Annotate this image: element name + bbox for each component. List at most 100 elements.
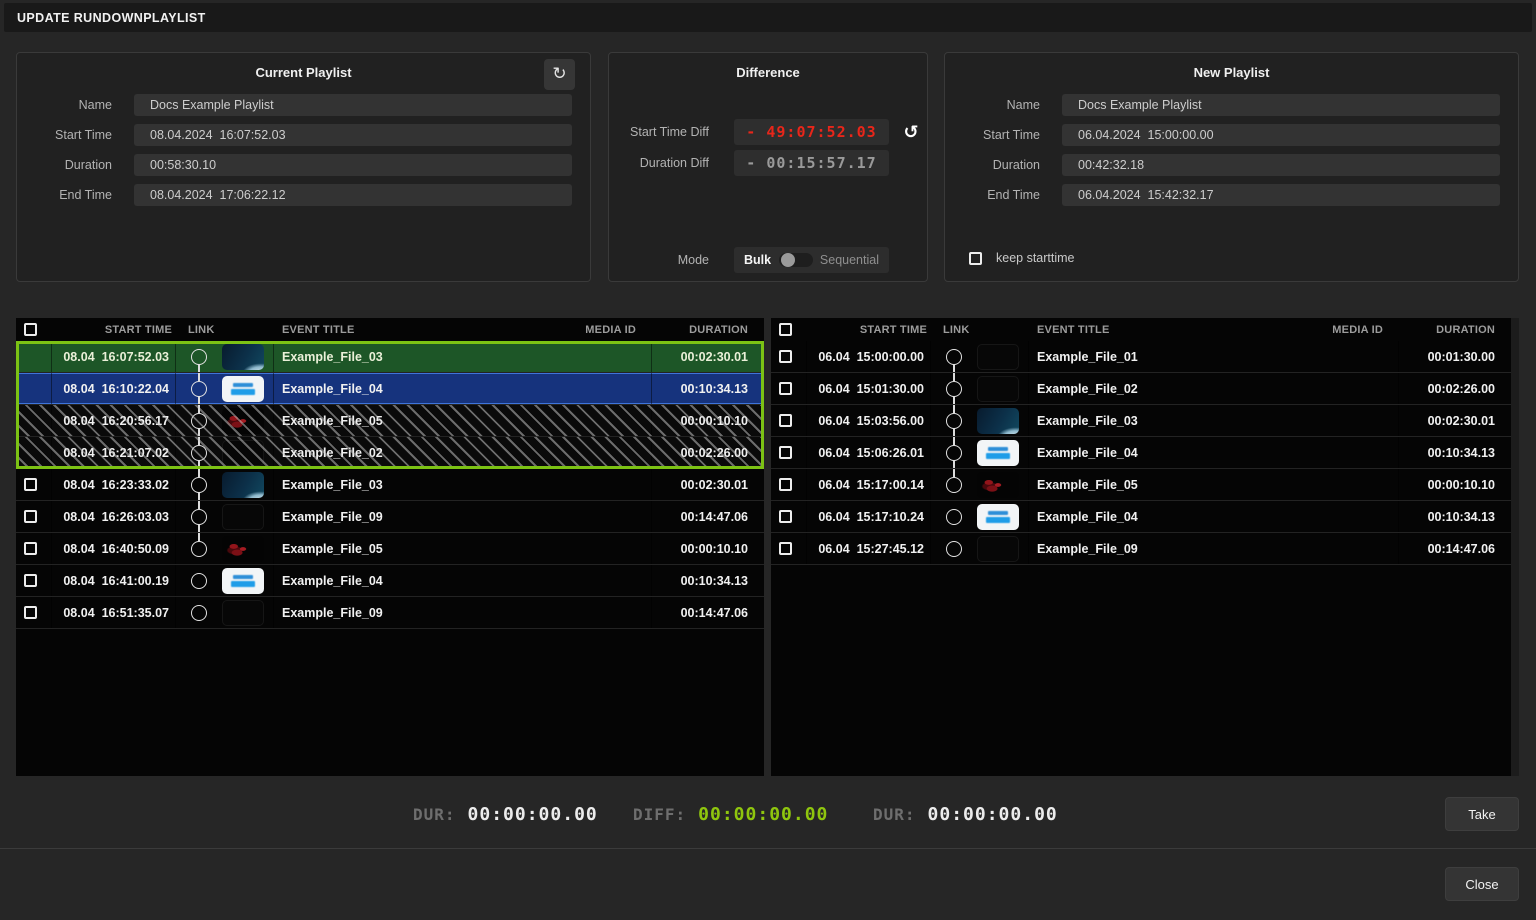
link-circle-icon[interactable] (191, 605, 207, 621)
row-checkbox[interactable] (779, 414, 792, 427)
selected-duration-left: DUR: 00:00:00.00 (413, 801, 598, 827)
row-checkbox[interactable] (24, 542, 37, 555)
row-thumbnail-cell (977, 501, 1029, 532)
table-row[interactable]: 08.04 16:41:00.19Example_File_0400:10:34… (16, 565, 764, 597)
table-row[interactable]: 08.04 16:07:52.03Example_File_0300:02:30… (16, 341, 764, 373)
table-row[interactable]: 06.04 15:27:45.12Example_File_0900:14:47… (771, 533, 1511, 565)
refresh-icon[interactable]: ↻ (544, 59, 575, 90)
table-row[interactable]: 06.04 15:03:56.00Example_File_0300:02:30… (771, 405, 1511, 437)
row-checkbox-cell (16, 373, 52, 404)
row-checkbox-cell (771, 501, 807, 532)
keep-starttime-label: keep starttime (996, 251, 1075, 265)
row-checkbox[interactable] (24, 478, 37, 491)
row-link-cell[interactable] (931, 501, 977, 532)
keep-starttime-checkbox[interactable] (969, 252, 982, 265)
row-checkbox[interactable] (24, 510, 37, 523)
row-checkbox[interactable] (779, 478, 792, 491)
table-row[interactable]: 06.04 15:06:26.01Example_File_0400:10:34… (771, 437, 1511, 469)
row-link-cell[interactable] (931, 469, 977, 500)
link-circle-icon[interactable] (946, 381, 962, 397)
link-circle-icon[interactable] (191, 573, 207, 589)
link-circle-icon[interactable] (191, 445, 207, 461)
row-event-title: Example_File_04 (1029, 501, 1269, 532)
table-row[interactable]: 06.04 15:01:30.00Example_File_0200:02:26… (771, 373, 1511, 405)
row-link-cell[interactable] (176, 469, 222, 500)
row-duration: 00:14:47.06 (652, 597, 764, 628)
row-link-cell[interactable] (931, 341, 977, 372)
new-starttime-field[interactable]: 06.04.2024 15:00:00.00 (1062, 124, 1500, 146)
current-starttime-label: Start Time (17, 128, 112, 142)
new-endtime-field[interactable]: 06.04.2024 15:42:32.17 (1062, 184, 1500, 206)
table-row[interactable]: 06.04 15:17:10.24Example_File_0400:10:34… (771, 501, 1511, 533)
link-circle-icon[interactable] (946, 509, 962, 525)
current-endtime-field[interactable]: 08.04.2024 17:06:22.12 (134, 184, 572, 206)
scrollbar-track[interactable] (1511, 318, 1519, 776)
link-circle-icon[interactable] (946, 445, 962, 461)
new-name-field[interactable]: Docs Example Playlist (1062, 94, 1500, 116)
row-link-cell[interactable] (931, 373, 977, 404)
row-link-cell[interactable] (176, 565, 222, 596)
row-link-cell[interactable] (931, 533, 977, 564)
column-link: LINK (931, 324, 977, 336)
table-row[interactable]: 08.04 16:51:35.07Example_File_0900:14:47… (16, 597, 764, 629)
link-circle-icon[interactable] (946, 349, 962, 365)
row-link-cell[interactable] (176, 597, 222, 628)
link-circle-icon[interactable] (191, 477, 207, 493)
row-link-cell[interactable] (176, 437, 222, 468)
row-checkbox[interactable] (779, 350, 792, 363)
row-checkbox[interactable] (779, 542, 792, 555)
reset-icon[interactable]: ↺ (898, 119, 924, 145)
row-checkbox[interactable] (24, 574, 37, 587)
row-checkbox[interactable] (24, 606, 37, 619)
link-circle-icon[interactable] (191, 413, 207, 429)
row-duration: 00:00:10.10 (652, 405, 764, 436)
select-all-checkbox[interactable] (779, 323, 792, 336)
table-row[interactable]: 08.04 16:21:07.02Example_File_0200:02:26… (16, 437, 764, 469)
mode-switch[interactable] (779, 253, 813, 267)
table-row[interactable]: 08.04 16:20:56.17Example_File_0500:00:10… (16, 405, 764, 437)
table-row[interactable]: 06.04 15:17:00.14Example_File_0500:00:10… (771, 469, 1511, 501)
link-circle-icon[interactable] (946, 477, 962, 493)
row-checkbox[interactable] (779, 382, 792, 395)
link-line-up (198, 501, 200, 509)
select-all-checkbox[interactable] (24, 323, 37, 336)
link-circle-icon[interactable] (191, 541, 207, 557)
mode-option-bulk[interactable]: Bulk (744, 253, 771, 267)
link-circle-icon[interactable] (946, 413, 962, 429)
thumbnail-earth (977, 408, 1019, 434)
row-link-cell[interactable] (931, 437, 977, 468)
row-link-cell[interactable] (176, 373, 222, 404)
table-row[interactable]: 08.04 16:10:22.04Example_File_0400:10:34… (16, 373, 764, 405)
row-checkbox[interactable] (779, 510, 792, 523)
row-event-title: Example_File_04 (274, 373, 522, 404)
row-link-cell[interactable] (176, 341, 222, 372)
link-line-up (198, 373, 200, 381)
mode-toggle[interactable]: Bulk Sequential (734, 247, 889, 273)
column-link: LINK (176, 324, 222, 336)
table-row[interactable]: 08.04 16:40:50.09Example_File_0500:00:10… (16, 533, 764, 565)
table-row[interactable]: 08.04 16:23:33.02Example_File_0300:02:30… (16, 469, 764, 501)
current-starttime-field[interactable]: 08.04.2024 16:07:52.03 (134, 124, 572, 146)
link-circle-icon[interactable] (191, 509, 207, 525)
current-name-field[interactable]: Docs Example Playlist (134, 94, 572, 116)
take-button[interactable]: Take (1445, 797, 1519, 831)
row-duration: 00:10:34.13 (652, 565, 764, 596)
new-playlist-table: START TIMELINKEVENT TITLEMEDIA IDDURATIO… (771, 318, 1511, 776)
table-row[interactable]: 06.04 15:00:00.00Example_File_0100:01:30… (771, 341, 1511, 373)
row-media-id (1269, 405, 1399, 436)
table-row[interactable]: 08.04 16:26:03.03Example_File_0900:14:47… (16, 501, 764, 533)
close-button[interactable]: Close (1445, 867, 1519, 901)
row-link-cell[interactable] (176, 501, 222, 532)
link-circle-icon[interactable] (191, 349, 207, 365)
row-link-cell[interactable] (176, 405, 222, 436)
link-circle-icon[interactable] (946, 541, 962, 557)
row-checkbox[interactable] (779, 446, 792, 459)
link-circle-icon[interactable] (191, 381, 207, 397)
mode-option-sequential[interactable]: Sequential (820, 253, 879, 267)
row-media-id (522, 597, 652, 628)
table-header: START TIMELINKEVENT TITLEMEDIA IDDURATIO… (771, 318, 1511, 341)
row-link-cell[interactable] (176, 533, 222, 564)
current-duration-field[interactable]: 00:58:30.10 (134, 154, 572, 176)
new-duration-field[interactable]: 00:42:32.18 (1062, 154, 1500, 176)
row-link-cell[interactable] (931, 405, 977, 436)
